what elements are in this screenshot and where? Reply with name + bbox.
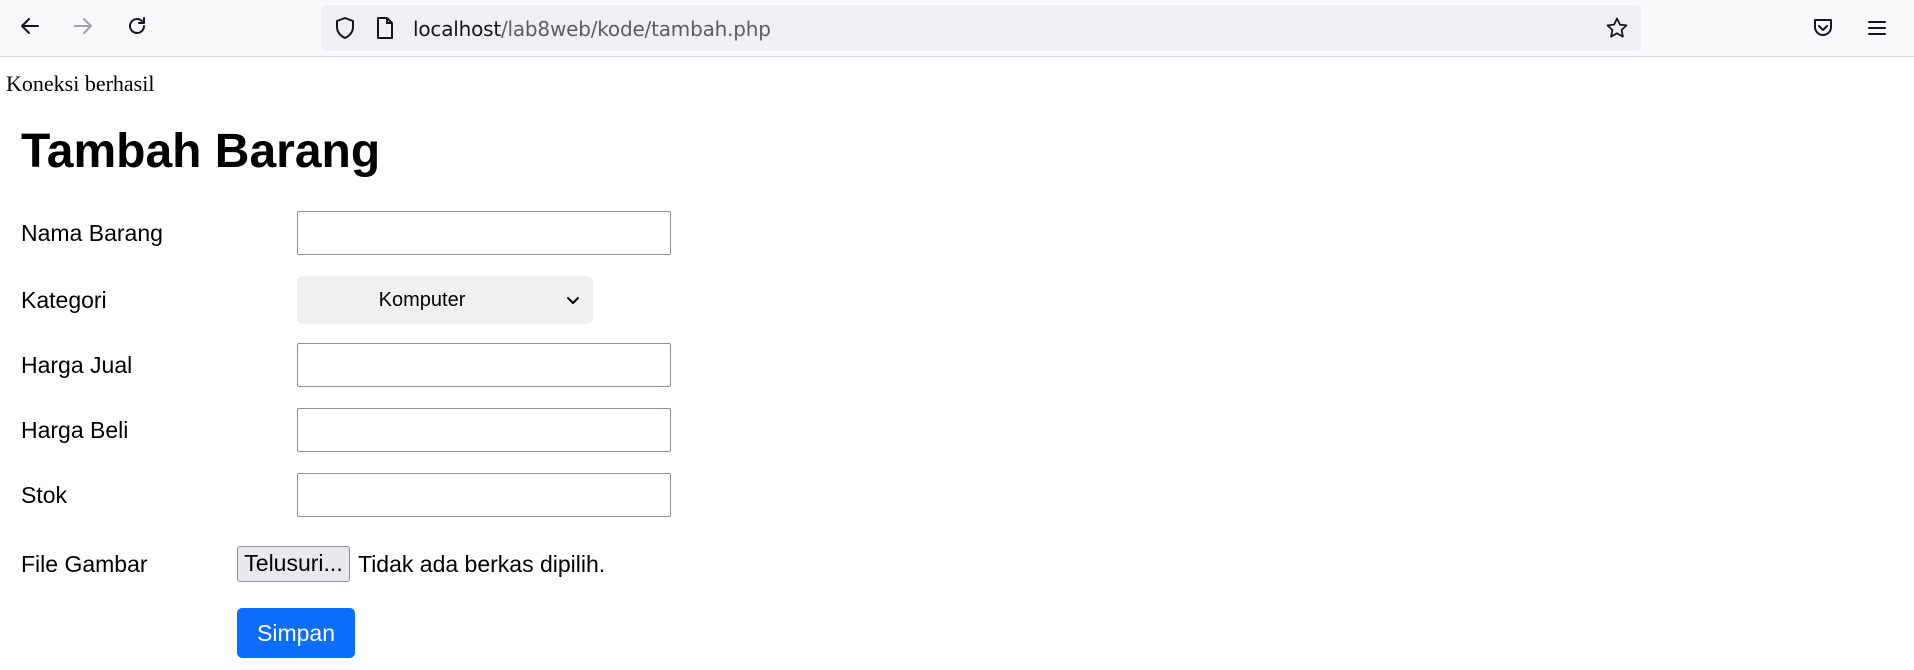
back-button[interactable] — [12, 10, 48, 46]
simpan-button[interactable]: Simpan — [237, 608, 355, 658]
stok-input[interactable] — [297, 473, 671, 517]
harga-beli-label: Harga Beli — [21, 417, 129, 443]
pocket-icon[interactable] — [1808, 13, 1838, 43]
page-title: Tambah Barang — [21, 125, 381, 178]
forward-arrow-icon — [71, 14, 95, 43]
back-arrow-icon — [18, 14, 42, 43]
stok-label: Stok — [21, 482, 68, 508]
kategori-selected-value: Komputer — [378, 289, 466, 311]
url-bar[interactable]: localhost/lab8web/kode/tambah.php — [321, 5, 1641, 51]
file-gambar-label: File Gambar — [21, 551, 148, 577]
bookmark-star-icon[interactable] — [1605, 16, 1629, 40]
kategori-label: Kategori — [21, 287, 107, 313]
file-status-text: Tidak ada berkas dipilih. — [358, 551, 606, 577]
forward-button[interactable] — [65, 10, 101, 46]
reload-icon — [125, 14, 149, 43]
nama-barang-input[interactable] — [297, 211, 671, 255]
chevron-down-icon — [563, 290, 583, 310]
page-icon[interactable] — [373, 16, 397, 40]
nama-barang-label: Nama Barang — [21, 220, 163, 246]
url-path: /lab8web/kode/tambah.php — [500, 17, 771, 41]
harga-jual-label: Harga Jual — [21, 352, 133, 378]
kategori-select[interactable]: Komputer — [297, 276, 593, 324]
url-text[interactable]: localhost/lab8web/kode/tambah.php — [413, 17, 771, 41]
harga-beli-input[interactable] — [297, 408, 671, 452]
connection-status: Koneksi berhasil — [6, 71, 155, 96]
url-host: localhost — [413, 17, 501, 41]
reload-button[interactable] — [119, 10, 155, 46]
harga-jual-input[interactable] — [297, 343, 671, 387]
browser-toolbar: localhost/lab8web/kode/tambah.php — [0, 0, 1914, 57]
browse-file-button[interactable]: Telusuri... — [237, 546, 350, 582]
shield-icon[interactable] — [333, 16, 357, 40]
menu-icon[interactable] — [1862, 13, 1892, 43]
